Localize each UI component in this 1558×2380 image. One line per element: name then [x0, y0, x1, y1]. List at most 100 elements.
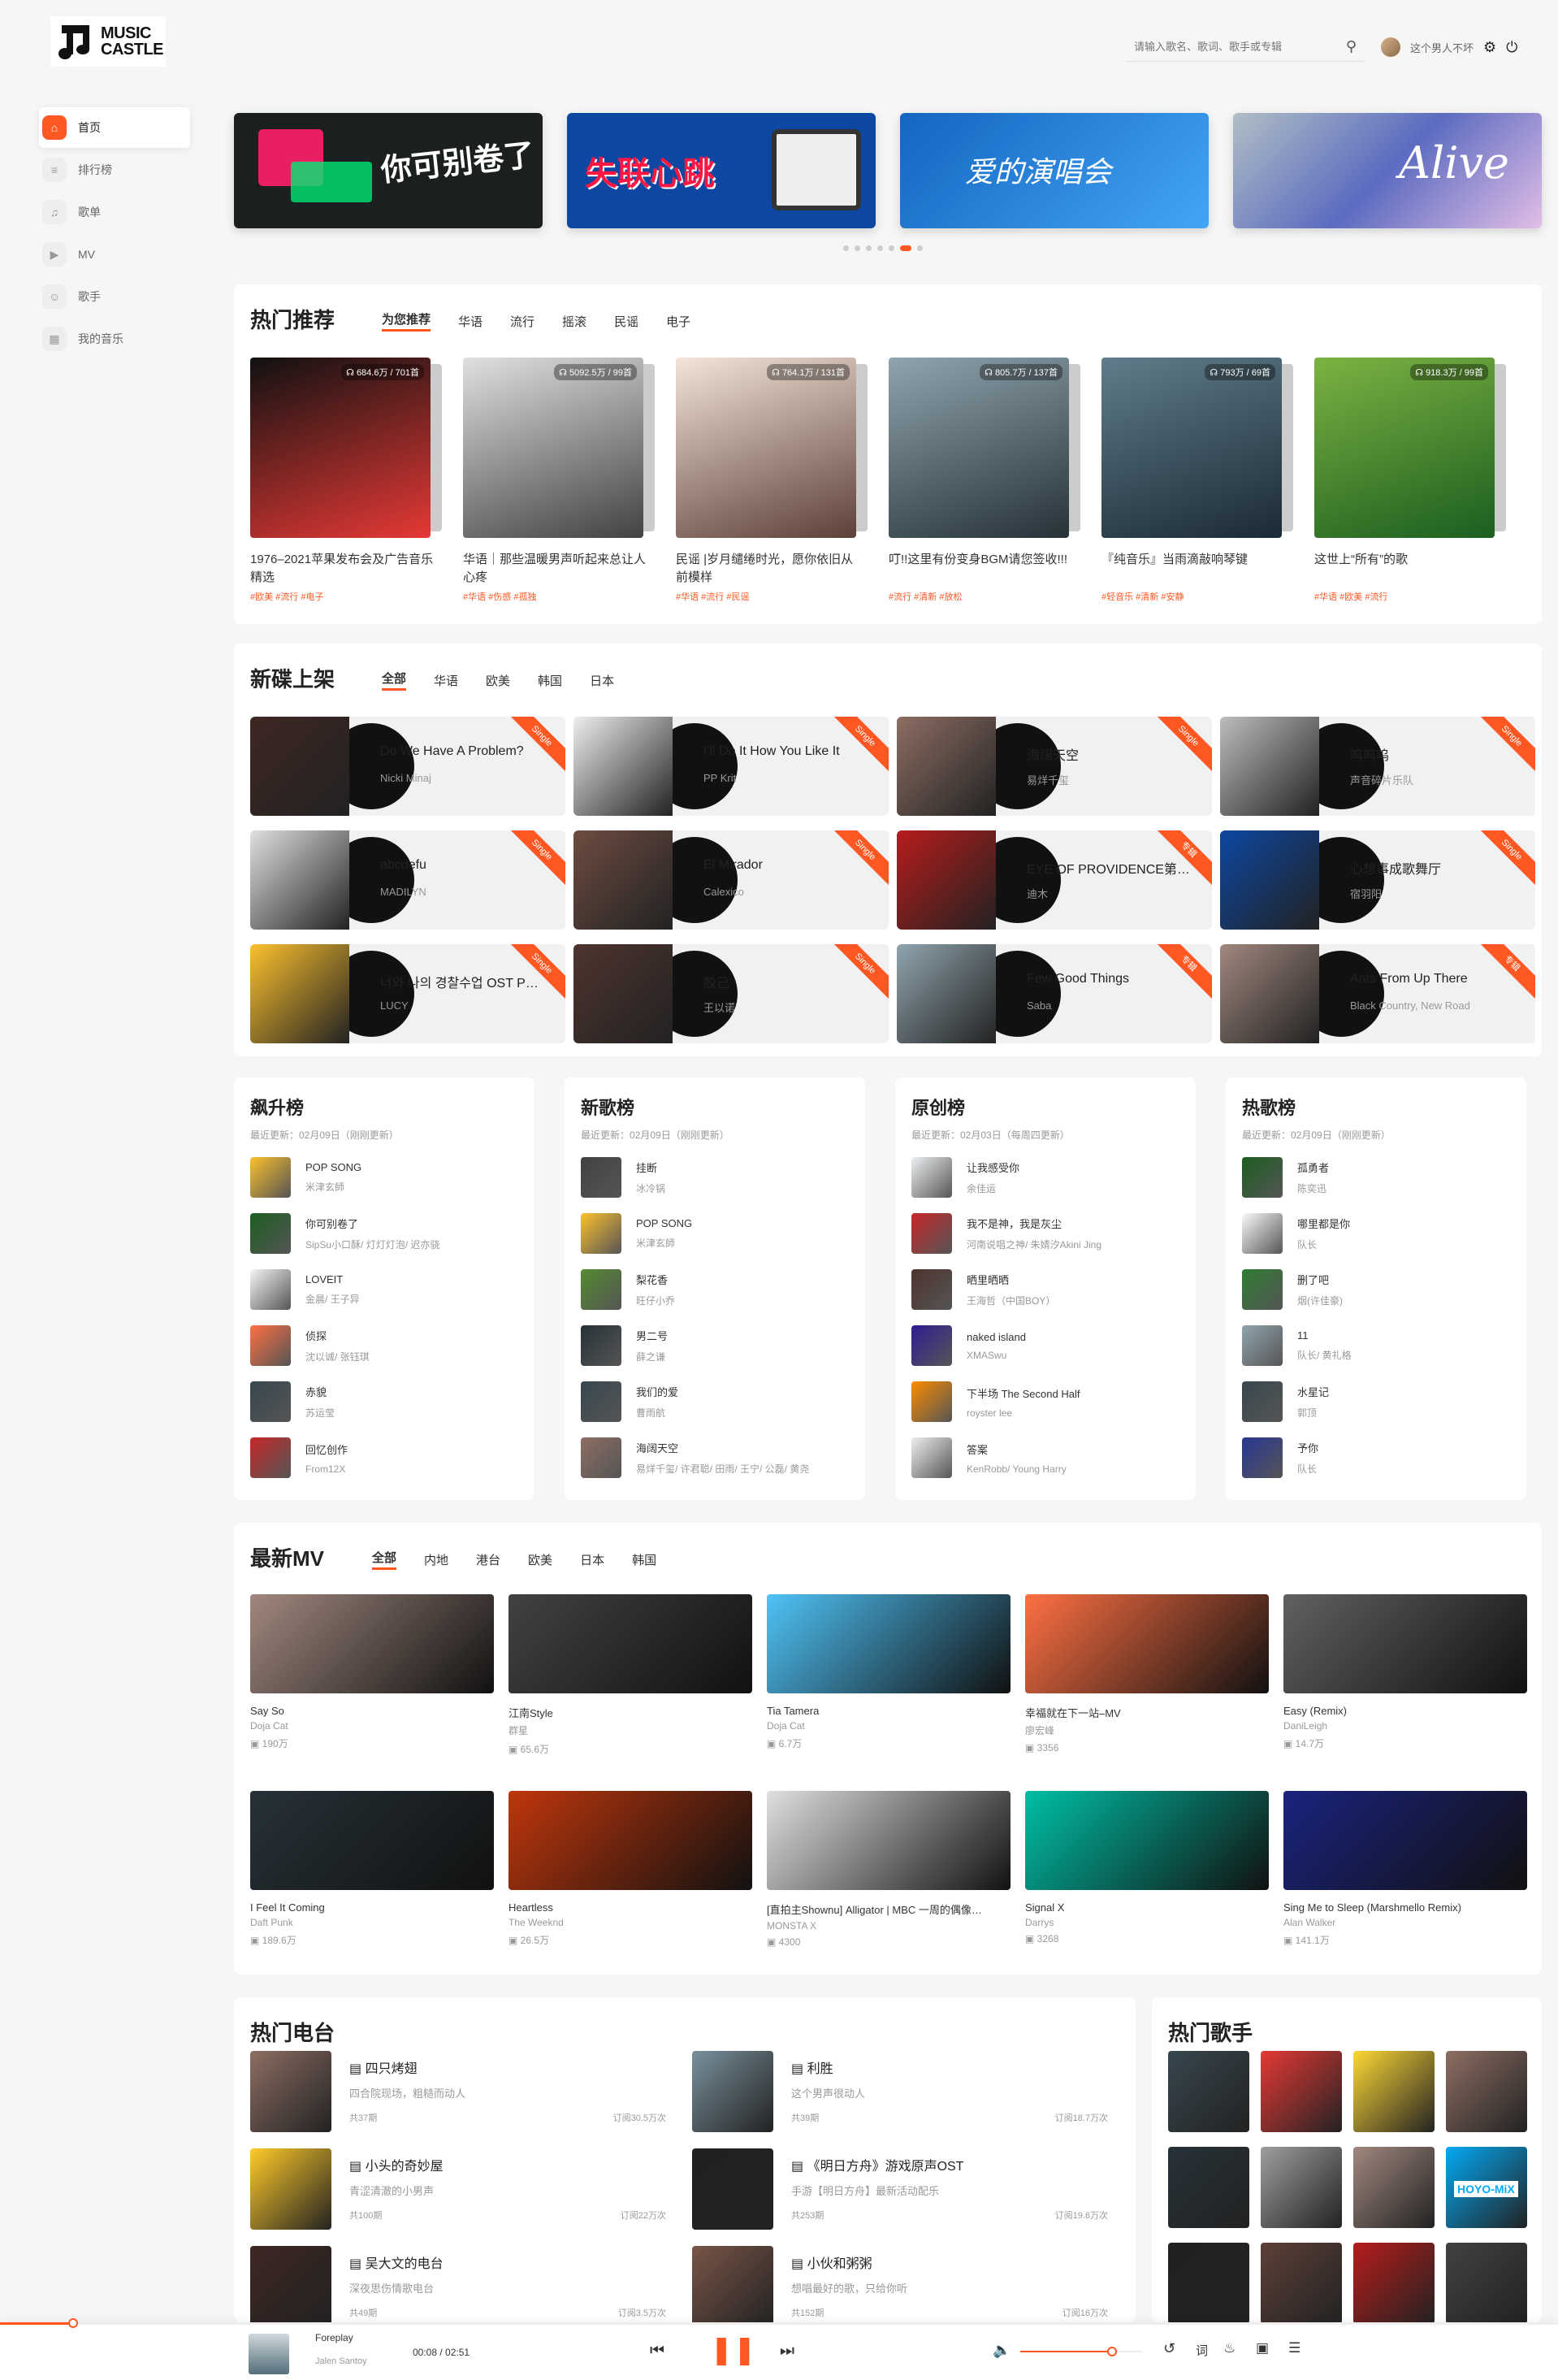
song-artist[interactable]: 余佳运: [967, 1181, 1019, 1195]
volume-icon[interactable]: 🔈: [993, 2342, 1011, 2359]
chart-title[interactable]: 飙升榜: [250, 1094, 518, 1120]
sidebar-item-0[interactable]: ⌂ 首页: [39, 107, 190, 148]
chart-row[interactable]: POP SONG 米津玄師: [250, 1157, 518, 1198]
song-artist[interactable]: SipSu小口酥/ 灯灯灯泡/ 迟亦骁: [305, 1238, 439, 1251]
mv-title[interactable]: 江南Style: [509, 1705, 752, 1720]
singer-avatar[interactable]: [1446, 2051, 1527, 2132]
album-title[interactable]: Ants From Up There: [1350, 972, 1521, 986]
album-card[interactable]: I'll Do It How You Like It PP Krit Single: [573, 717, 889, 816]
playlist-cover[interactable]: ☊ 764.1万 / 131首: [676, 358, 868, 538]
playlist-title[interactable]: 1976–2021苹果发布会及广告音乐精选: [250, 551, 434, 587]
album-title[interactable]: Few Good Things: [1027, 972, 1197, 986]
album-title[interactable]: El Mirador: [703, 858, 874, 873]
chart-row[interactable]: 予你 队长: [1242, 1437, 1510, 1478]
chart-row[interactable]: 我不是神，我是灰尘 河南说唱之神/ 朱婧汐Akini Jing: [911, 1213, 1179, 1254]
song-title[interactable]: 挂断: [636, 1160, 665, 1175]
album-artist[interactable]: Black Country, New Road: [1350, 999, 1470, 1012]
volume-slider[interactable]: [1020, 2351, 1142, 2352]
tab[interactable]: 韩国: [538, 672, 562, 689]
banner-3[interactable]: 爱的演唱会: [900, 113, 1209, 228]
loop-icon[interactable]: ↺: [1163, 2340, 1175, 2357]
mv-thumbnail[interactable]: [250, 1791, 494, 1890]
mv-artist[interactable]: 群星: [509, 1723, 752, 1737]
mv-card[interactable]: Easy (Remix) DaniLeigh ▣ 14.7万: [1283, 1594, 1527, 1750]
playlist-cover[interactable]: ☊ 793万 / 69首: [1101, 358, 1293, 538]
song-title[interactable]: 哪里都是你: [1297, 1216, 1350, 1231]
mv-title[interactable]: [直拍主Shownu] Alligator | MBC 一周的偶像…: [767, 1901, 1011, 1917]
radio-card[interactable]: ▤ 小伙和粥粥 想唱最好的歌，只给你听 共152期 订阅16万次: [692, 2246, 1116, 2330]
song-artist[interactable]: From12X: [305, 1463, 348, 1475]
mv-title[interactable]: Heartless: [509, 1901, 752, 1914]
volume-handle[interactable]: [1106, 2347, 1117, 2356]
tab[interactable]: 电子: [666, 313, 690, 330]
search-icon[interactable]: ⚲: [1346, 38, 1357, 55]
chart-row[interactable]: 下半场 The Second Half royster lee: [911, 1381, 1179, 1422]
radio-cover[interactable]: [250, 2246, 331, 2327]
sidebar-item-2[interactable]: ♫ 歌单: [39, 192, 190, 232]
song-artist[interactable]: 冰冷锅: [636, 1181, 665, 1195]
chart-row[interactable]: 11 队长/ 黄礼格: [1242, 1325, 1510, 1366]
song-title[interactable]: 我不是神，我是灰尘: [967, 1216, 1101, 1231]
sidebar-item-3[interactable]: ▶ MV: [39, 234, 190, 275]
mv-card[interactable]: Tia Tamera Doja Cat ▣ 6.7万: [767, 1594, 1011, 1750]
radio-cover[interactable]: [692, 2246, 773, 2327]
radio-card[interactable]: ▤ 小头的奇妙屋 青涩清澈的小男声 共100期 订阅22万次: [250, 2148, 674, 2233]
playlist-title[interactable]: 民谣 |岁月缱绻时光，愿你依旧从前模样: [676, 551, 859, 587]
tab[interactable]: 民谣: [614, 313, 638, 330]
song-artist[interactable]: 米津玄師: [636, 1236, 692, 1250]
banner-dot[interactable]: [889, 245, 894, 251]
album-title[interactable]: 胶己: [703, 972, 874, 991]
playlist-title[interactable]: 这世上“所有”的歌: [1314, 551, 1498, 587]
song-title[interactable]: 让我感受你: [967, 1160, 1019, 1175]
tab[interactable]: 日本: [580, 1551, 604, 1568]
album-artist[interactable]: PP Krit: [703, 772, 736, 784]
banner-1[interactable]: 你可别卷了: [234, 113, 543, 228]
mv-card[interactable]: Signal X Darrys ▣ 3268: [1025, 1791, 1269, 1944]
album-artist[interactable]: 易烊千玺: [1027, 772, 1069, 787]
tab[interactable]: 华语: [458, 313, 483, 330]
song-title[interactable]: 你可别卷了: [305, 1216, 439, 1231]
radio-name[interactable]: ▤ 利胜: [791, 2057, 833, 2077]
song-title[interactable]: 答案: [967, 1441, 1067, 1457]
tab[interactable]: 欧美: [486, 672, 510, 689]
album-artist[interactable]: Saba: [1027, 999, 1051, 1012]
song-artist[interactable]: 易烊千玺/ 许君聪/ 田雨/ 王宁/ 公磊/ 黄尧: [636, 1462, 809, 1476]
album-card[interactable]: El Mirador Calexico Single: [573, 830, 889, 930]
song-title[interactable]: 侦探: [305, 1328, 370, 1343]
mv-thumbnail[interactable]: [1025, 1791, 1269, 1890]
song-title[interactable]: 孤勇者: [1297, 1160, 1329, 1175]
mv-thumbnail[interactable]: [767, 1594, 1011, 1693]
chart-row[interactable]: naked island XMASwu: [911, 1325, 1179, 1366]
album-card[interactable]: 너와 나의 경찰수업 OST P… LUCY Single: [250, 944, 565, 1043]
mv-card[interactable]: 幸福就在下一站–MV 廖宏峰 ▣ 3356: [1025, 1594, 1269, 1754]
mv-card[interactable]: I Feel It Coming Daft Punk ▣ 189.6万: [250, 1791, 494, 1947]
mv-thumbnail[interactable]: [509, 1791, 752, 1890]
singer-avatar[interactable]: [1168, 2243, 1249, 2324]
album-artist[interactable]: Nicki Minaj: [380, 772, 431, 784]
power-icon[interactable]: ⏻: [1506, 39, 1517, 56]
banner-dot[interactable]: [843, 245, 849, 251]
mv-thumbnail[interactable]: [1025, 1594, 1269, 1693]
singer-avatar[interactable]: [1353, 2147, 1435, 2228]
radio-card[interactable]: ▤ 四只烤翅 四合院现场，粗糙而动人 共37期 订阅30.5万次: [250, 2051, 674, 2135]
radio-card[interactable]: ▤ 利胜 这个男声很动人 共39期 订阅18.7万次: [692, 2051, 1116, 2135]
singer-avatar[interactable]: [1261, 2147, 1342, 2228]
song-artist[interactable]: royster lee: [967, 1407, 1080, 1419]
mv-thumbnail[interactable]: [1283, 1791, 1527, 1890]
song-title[interactable]: 男二号: [636, 1328, 668, 1343]
singer-avatar[interactable]: [1261, 2051, 1342, 2132]
playlist-cover[interactable]: ☊ 5092.5万 / 99首: [463, 358, 655, 538]
song-artist[interactable]: 米津玄師: [305, 1180, 361, 1194]
player-cover[interactable]: [249, 2334, 289, 2374]
lyric-button[interactable]: 词: [1196, 2342, 1208, 2359]
playlist-card[interactable]: ☊ 805.7万 / 137首 叮!!这里有份变身BGM请您签收!!! #流行 #清…: [889, 358, 1080, 603]
app-logo[interactable]: MUSIC CASTLE: [50, 16, 166, 67]
song-title[interactable]: 水星记: [1297, 1384, 1329, 1399]
song-artist[interactable]: 苏运莹: [305, 1406, 335, 1420]
chart-row[interactable]: 赤貌 苏运莹: [250, 1381, 518, 1422]
chart-row[interactable]: 你可别卷了 SipSu小口酥/ 灯灯灯泡/ 迟亦骁: [250, 1213, 518, 1254]
album-artist[interactable]: MADILYN: [380, 886, 426, 898]
chart-row[interactable]: 挂断 冰冷锅: [581, 1157, 849, 1198]
playlist-cover[interactable]: ☊ 918.3万 / 99首: [1314, 358, 1506, 538]
tab[interactable]: 为您推荐: [382, 310, 431, 332]
